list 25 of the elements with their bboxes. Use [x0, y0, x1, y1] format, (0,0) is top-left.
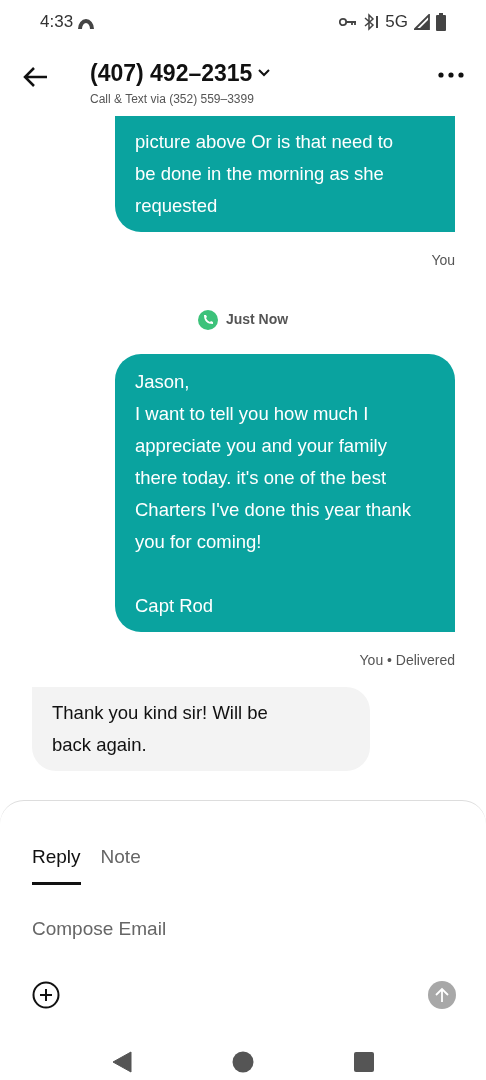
battery-icon: [436, 13, 446, 31]
nav-back-icon[interactable]: [112, 1051, 132, 1073]
status-time: 4:33: [40, 11, 74, 34]
tab[interactable]: Reply: [32, 843, 81, 885]
contact-subtitle: Call & Text via (352) 559–3399: [90, 91, 255, 108]
message-status: You: [431, 251, 455, 270]
arrow-up-icon: [435, 987, 449, 1003]
phone-icon: [197, 309, 218, 330]
key-icon: [339, 17, 358, 27]
bluetooth-icon: [363, 13, 380, 31]
time-divider: Just Now: [225, 310, 289, 329]
more-icon[interactable]: [438, 72, 464, 78]
message-text: picture above Or is that need to be done in the morning as she requested: [135, 130, 395, 218]
message-status: You • Delivered: [359, 651, 455, 670]
network-label: 5G: [385, 11, 408, 34]
add-icon[interactable]: [32, 981, 60, 1009]
contact-number[interactable]: (407) 492–2315: [90, 58, 253, 88]
signal-icon: [414, 14, 430, 30]
message-text: Jason, I want to tell you how much I appreciate you and your family there today. it's one of the best Charters I've done this year thank you for coming! Capt Rod: [135, 370, 413, 618]
nav-home-icon[interactable]: [232, 1051, 254, 1073]
back-arrow-icon[interactable]: [22, 66, 48, 88]
message-text: Thank you kind sir! Will be back again.: [52, 701, 269, 757]
chevron-down-icon[interactable]: [258, 69, 271, 77]
compose-field[interactable]: Compose Email: [32, 914, 454, 943]
tab[interactable]: Note: [100, 843, 141, 885]
